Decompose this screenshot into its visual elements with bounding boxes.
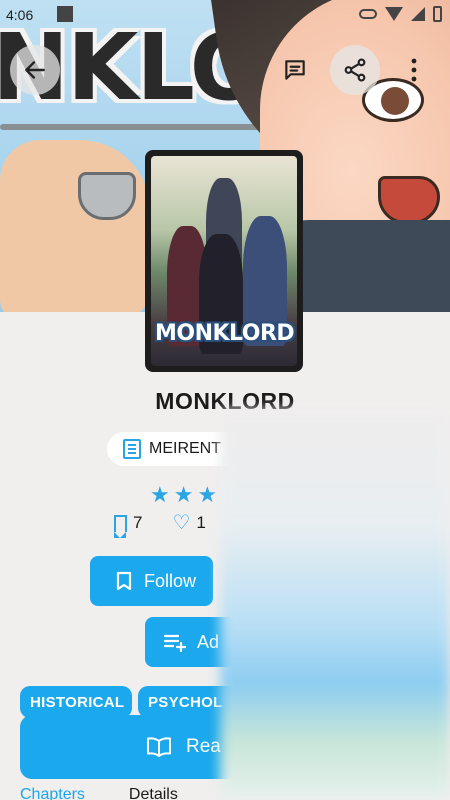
cover-title: MONKLORD bbox=[155, 321, 295, 346]
like-count: ♡ 1 bbox=[172, 513, 205, 533]
playlist-add-icon bbox=[163, 634, 187, 652]
star-icon: ★ bbox=[197, 482, 218, 507]
like-count-value: 1 bbox=[196, 513, 206, 532]
bookmark-icon bbox=[114, 514, 127, 538]
cup-artwork bbox=[78, 172, 136, 220]
star-icon: ★ bbox=[173, 482, 194, 507]
bookmark-count: 7 bbox=[114, 513, 143, 538]
status-bar: 4:06 bbox=[0, 0, 450, 30]
add-button-label: Ad bbox=[197, 631, 220, 652]
read-button-label: Rea bbox=[186, 736, 221, 757]
comment-icon bbox=[285, 60, 305, 80]
bookmark-count-value: 7 bbox=[133, 513, 143, 532]
signal-icon bbox=[411, 7, 425, 21]
book-open-icon bbox=[147, 737, 171, 757]
author-name: MEIRENT bbox=[149, 440, 221, 457]
heart-icon: ♡ bbox=[172, 512, 191, 534]
more-vertical-icon bbox=[411, 58, 417, 82]
share-button[interactable] bbox=[330, 45, 380, 95]
tab-chapters[interactable]: Chapters bbox=[20, 786, 85, 800]
comments-button[interactable] bbox=[270, 45, 320, 95]
hand-artwork bbox=[0, 140, 150, 312]
follow-button[interactable]: Follow bbox=[90, 556, 213, 606]
share-icon bbox=[344, 58, 366, 82]
character-mouth-artwork bbox=[378, 176, 440, 224]
rating-stars: ★ ★ ★ bbox=[150, 482, 217, 508]
vpn-key-icon bbox=[359, 9, 377, 19]
more-options-button[interactable] bbox=[392, 45, 436, 95]
stats-row: 7 ♡ 1 bbox=[114, 513, 206, 538]
cover-image: MONKLORD bbox=[145, 150, 303, 372]
bookmark-icon bbox=[116, 571, 132, 591]
status-time: 4:06 bbox=[6, 7, 34, 23]
arrow-left-icon bbox=[25, 61, 45, 79]
wifi-icon bbox=[385, 7, 403, 21]
blurred-overlay bbox=[220, 410, 450, 800]
back-button[interactable] bbox=[10, 45, 60, 95]
battery-icon bbox=[433, 6, 442, 22]
notification-icon bbox=[57, 6, 73, 22]
status-icons bbox=[359, 6, 442, 22]
building-icon bbox=[123, 439, 141, 459]
cover-artwork: MONKLORD bbox=[151, 156, 297, 366]
star-icon: ★ bbox=[150, 482, 170, 507]
detail-tabs: Chapters Details bbox=[20, 786, 178, 800]
tab-details[interactable]: Details bbox=[129, 786, 178, 800]
genre-tag[interactable]: HISTORICAL bbox=[20, 686, 132, 718]
follow-button-label: Follow bbox=[144, 570, 197, 591]
